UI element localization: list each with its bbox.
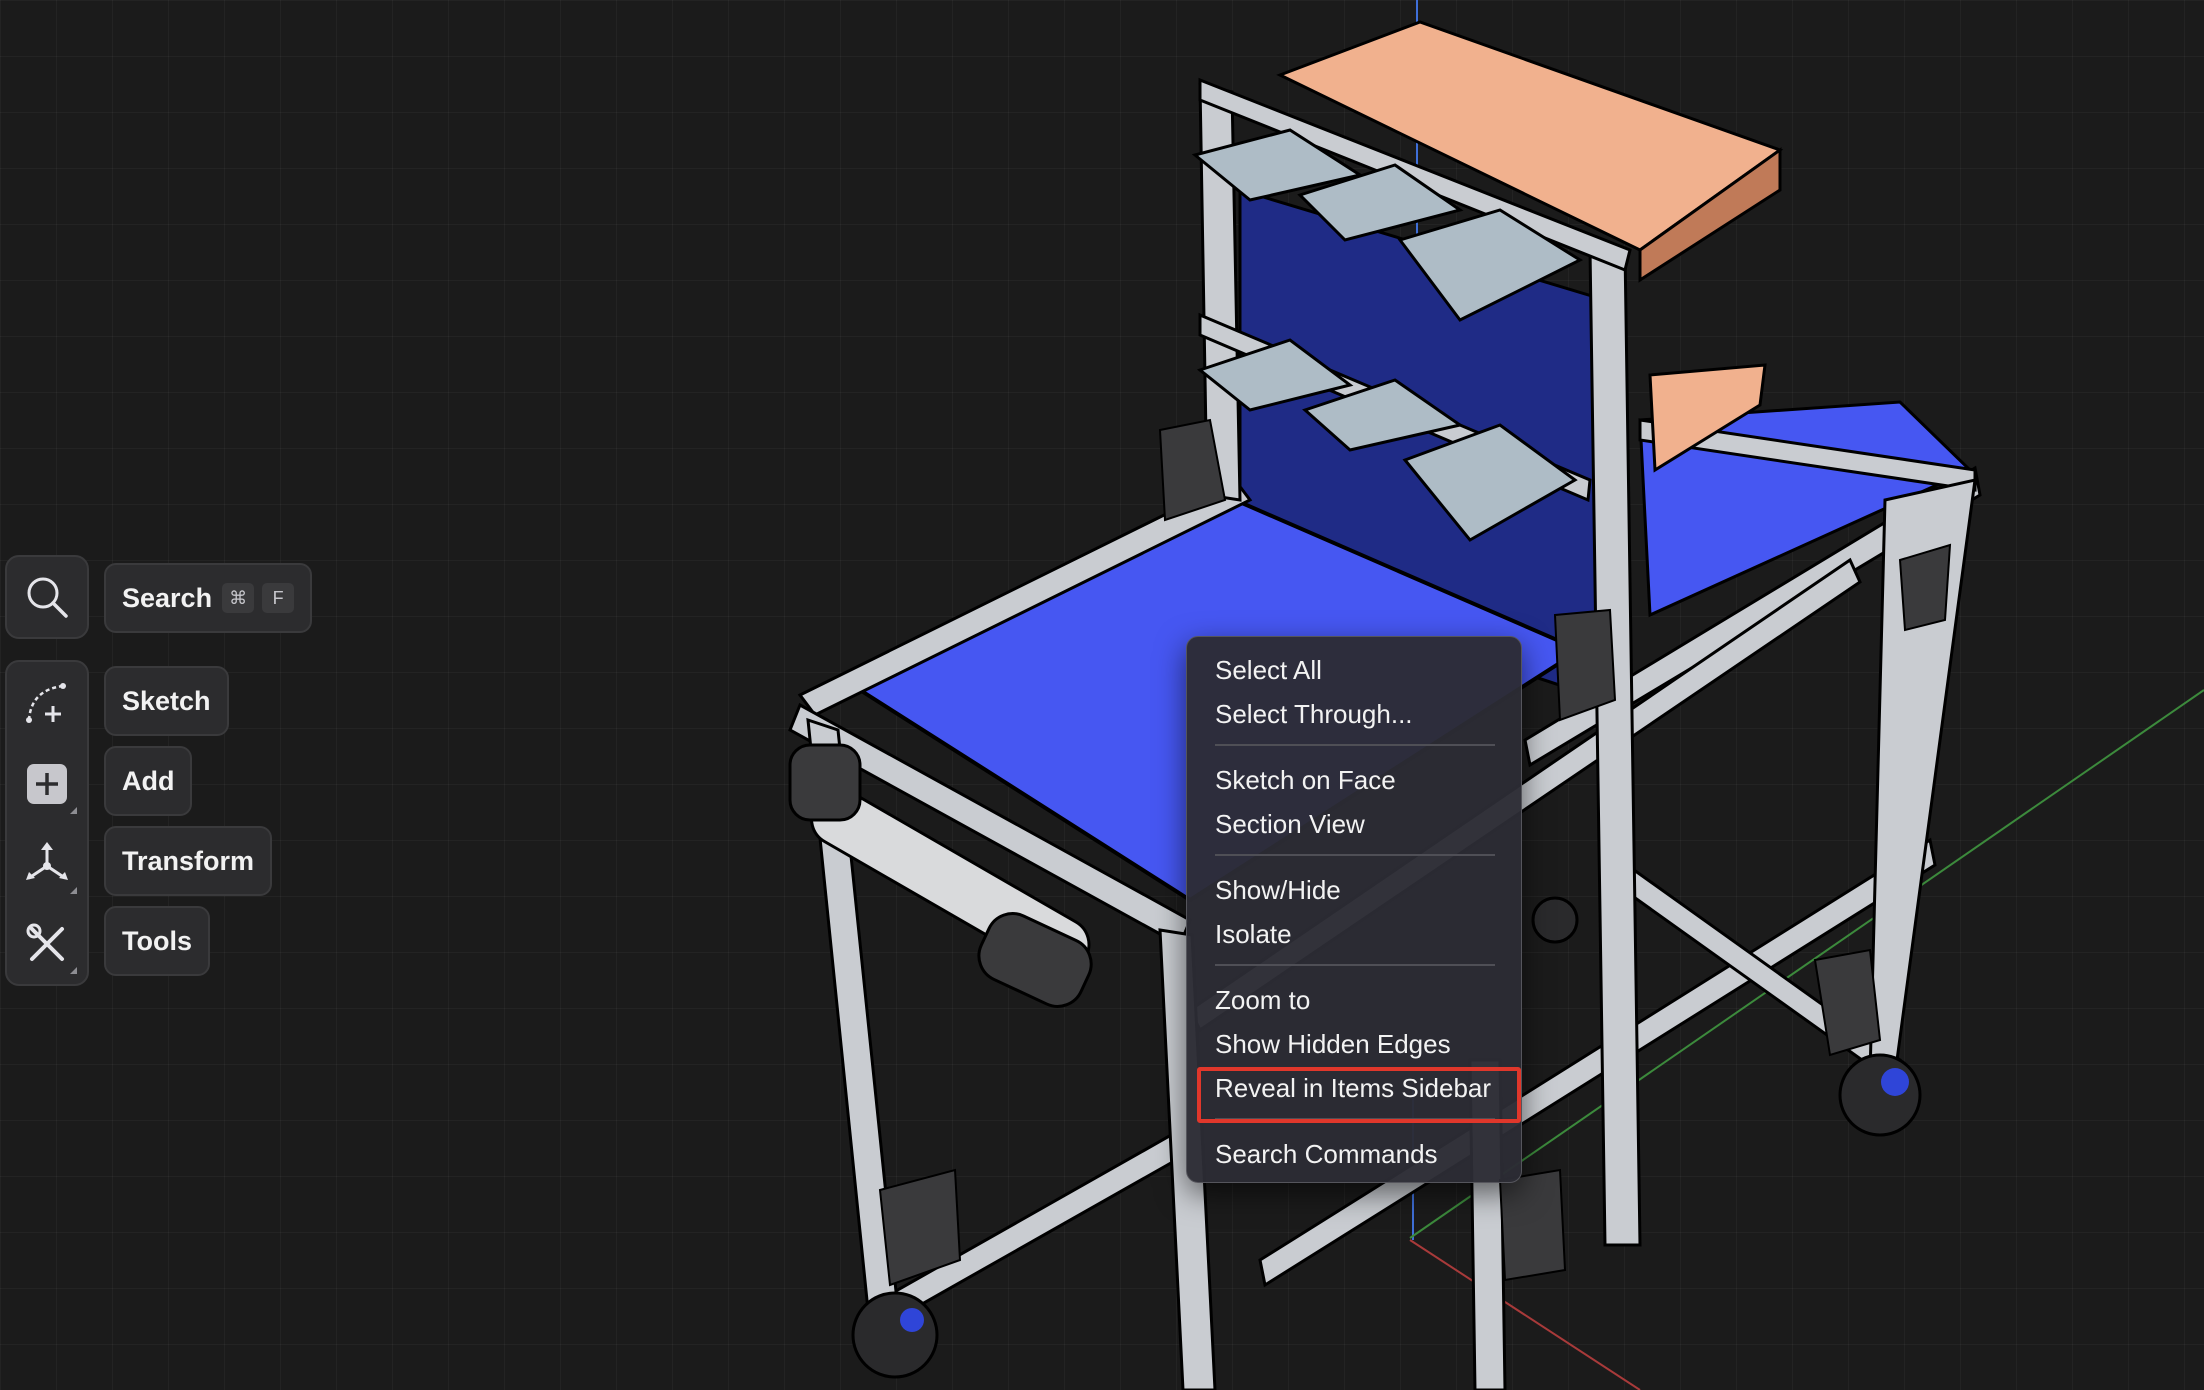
transform-label-button[interactable]: Transform (104, 826, 273, 896)
search-label-button[interactable]: Search ⌘ F (104, 563, 313, 633)
add-label-button[interactable]: Add (104, 746, 193, 816)
workbench-cart-model[interactable] (0, 0, 2204, 1390)
search-label: Search (122, 582, 213, 613)
tools-label-button[interactable]: Tools (104, 906, 210, 976)
submenu-indicator (70, 807, 77, 814)
sketch-tool-button[interactable] (7, 664, 87, 744)
tools-label: Tools (122, 925, 192, 956)
sketch-curve-icon (26, 683, 66, 723)
menu-item-show-hidden-edges[interactable]: Show Hidden Edges (1215, 1024, 1451, 1064)
handle-grip-left (788, 743, 862, 822)
menu-item-sketch-on-face[interactable]: Sketch on Face (1215, 760, 1396, 800)
highlight-annotation-box (1197, 1067, 1521, 1123)
3d-viewport[interactable] (0, 0, 2204, 1390)
sketch-label: Sketch (122, 685, 211, 716)
wrench-screwdriver-icon (26, 923, 64, 961)
magnifier-icon (27, 577, 68, 618)
submenu-indicator (70, 887, 77, 894)
menu-divider (1215, 744, 1495, 746)
tool-group (5, 660, 89, 986)
search-tool-button[interactable] (5, 555, 89, 639)
menu-item-show-hide[interactable]: Show/Hide (1215, 870, 1341, 910)
add-tool-button[interactable] (7, 744, 87, 824)
menu-item-section-view[interactable]: Section View (1215, 804, 1365, 844)
menu-divider (1215, 854, 1495, 856)
x-axis-line (1409, 689, 2204, 1239)
transform-tool-button[interactable] (7, 824, 87, 904)
tools-tool-button[interactable] (7, 904, 87, 984)
shortcut-key-f: F (262, 583, 295, 613)
shortcut-key-command: ⌘ (222, 583, 255, 613)
menu-item-select-all[interactable]: Select All (1215, 650, 1322, 690)
submenu-indicator (70, 967, 77, 974)
sketch-label-button[interactable]: Sketch (104, 666, 229, 736)
plus-square-icon (27, 764, 67, 804)
transform-axes-icon (26, 842, 68, 880)
menu-item-search-commands[interactable]: Search Commands (1215, 1134, 1438, 1174)
transform-label: Transform (122, 845, 255, 876)
menu-item-isolate[interactable]: Isolate (1215, 914, 1292, 954)
menu-item-select-through[interactable]: Select Through... (1215, 694, 1413, 734)
menu-divider (1215, 964, 1495, 966)
add-label: Add (122, 765, 175, 796)
menu-item-zoom-to[interactable]: Zoom to (1215, 980, 1310, 1020)
